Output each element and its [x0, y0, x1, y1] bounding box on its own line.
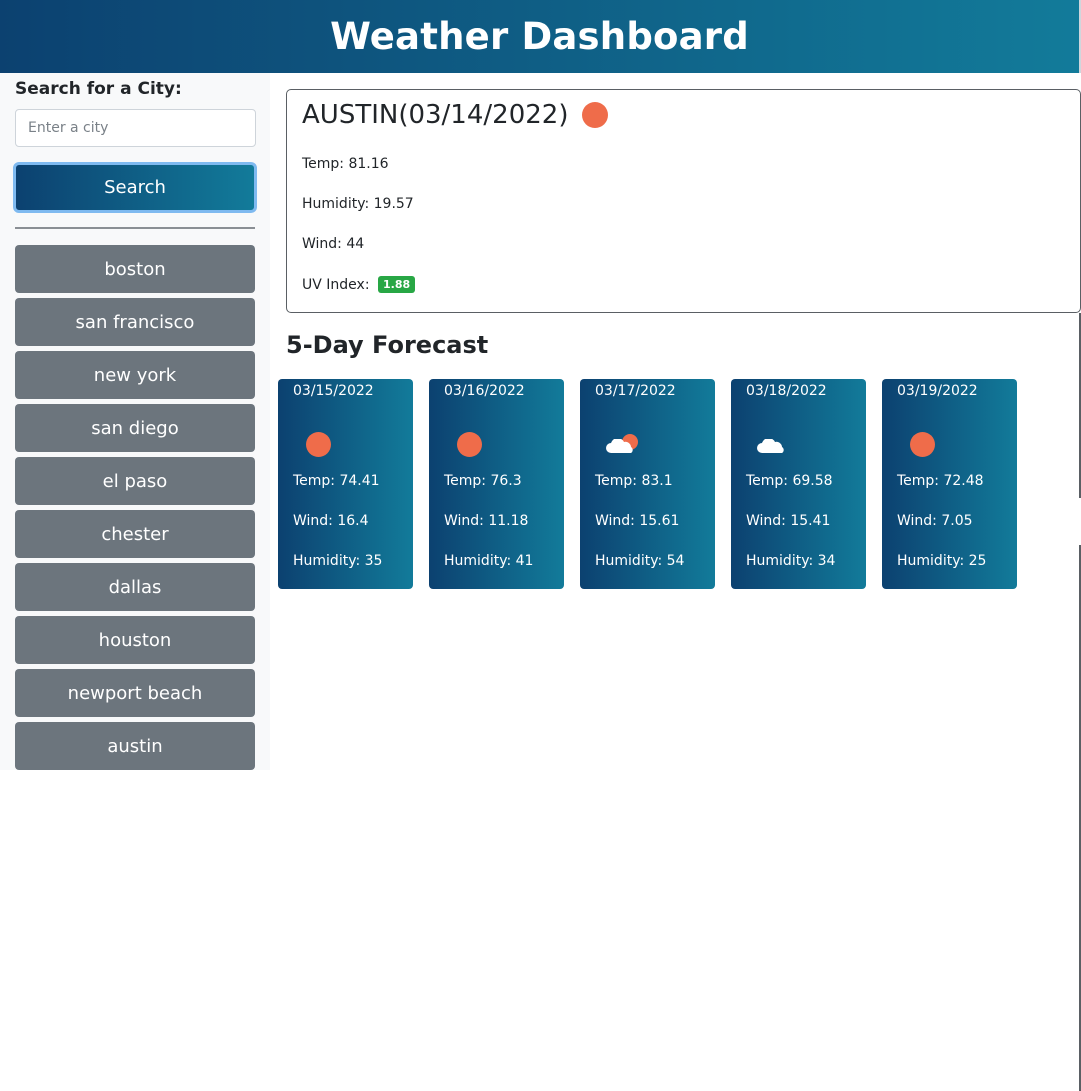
- forecast-card: 03/19/2022 Temp: 72.48 Wind: 7.05 Humidi…: [882, 379, 1017, 589]
- current-wind: Wind: 44: [302, 236, 365, 252]
- forecast-card: 03/16/2022 Temp: 76.3 Wind: 11.18 Humidi…: [429, 379, 564, 589]
- cloud-icon: [757, 431, 791, 457]
- history-item-button[interactable]: newport beach: [15, 669, 255, 717]
- forecast-humidity: Humidity: 35: [293, 553, 383, 569]
- forecast-wind: Wind: 7.05: [897, 513, 973, 529]
- forecast-temp: Temp: 76.3: [444, 473, 522, 489]
- history-item-button[interactable]: houston: [15, 616, 255, 664]
- current-temp: Temp: 81.16: [302, 156, 389, 172]
- partly-cloudy-icon: [606, 431, 640, 457]
- history-item-button[interactable]: chester: [15, 510, 255, 558]
- uv-index-badge: 1.88: [378, 276, 416, 293]
- current-humidity: Humidity: 19.57: [302, 196, 414, 212]
- app-header: Weather Dashboard: [0, 0, 1081, 73]
- sidebar-divider: [15, 227, 255, 229]
- forecast-wind: Wind: 11.18: [444, 513, 529, 529]
- current-city-date: AUSTIN(03/14/2022): [302, 100, 569, 130]
- sun-icon: [455, 431, 489, 457]
- sidebar: Search for a City: Search boston san fra…: [0, 73, 270, 770]
- forecast-wind: Wind: 15.61: [595, 513, 680, 529]
- history-item-button[interactable]: boston: [15, 245, 255, 293]
- history-item-button[interactable]: san diego: [15, 404, 255, 452]
- search-history-list: boston san francisco new york san diego …: [15, 245, 255, 775]
- forecast-humidity: Humidity: 34: [746, 553, 836, 569]
- forecast-temp: Temp: 83.1: [595, 473, 673, 489]
- forecast-date: 03/18/2022: [746, 383, 827, 399]
- page-title: Weather Dashboard: [330, 15, 749, 58]
- history-item-button[interactable]: el paso: [15, 457, 255, 505]
- sun-icon: [908, 431, 942, 457]
- forecast-date: 03/17/2022: [595, 383, 676, 399]
- search-button[interactable]: Search: [13, 162, 257, 213]
- forecast-temp: Temp: 69.58: [746, 473, 833, 489]
- forecast-row: 03/15/2022 Temp: 74.41 Wind: 16.4 Humidi…: [278, 379, 1033, 589]
- forecast-humidity: Humidity: 41: [444, 553, 534, 569]
- sun-icon: [304, 431, 338, 457]
- search-label: Search for a City:: [15, 79, 182, 99]
- forecast-humidity: Humidity: 25: [897, 553, 987, 569]
- forecast-date: 03/19/2022: [897, 383, 978, 399]
- city-search-input[interactable]: [15, 109, 256, 147]
- uv-label: UV Index:: [302, 277, 370, 293]
- forecast-card: 03/18/2022 Temp: 69.58 Wind: 15.41 Humid…: [731, 379, 866, 589]
- current-uv: UV Index: 1.88: [302, 276, 416, 293]
- history-item-button[interactable]: austin: [15, 722, 255, 770]
- forecast-humidity: Humidity: 54: [595, 553, 685, 569]
- forecast-date: 03/16/2022: [444, 383, 525, 399]
- forecast-temp: Temp: 72.48: [897, 473, 984, 489]
- current-city-title: AUSTIN(03/14/2022): [302, 100, 609, 130]
- forecast-wind: Wind: 16.4: [293, 513, 369, 529]
- sun-icon: [582, 102, 609, 128]
- forecast-date: 03/15/2022: [293, 383, 374, 399]
- forecast-card: 03/17/2022 Temp: 83.1 Wind: 15.61 Humidi…: [580, 379, 715, 589]
- history-item-button[interactable]: san francisco: [15, 298, 255, 346]
- forecast-temp: Temp: 74.41: [293, 473, 380, 489]
- forecast-card: 03/15/2022 Temp: 74.41 Wind: 16.4 Humidi…: [278, 379, 413, 589]
- current-weather-card: AUSTIN(03/14/2022) Temp: 81.16 Humidity:…: [286, 89, 1081, 313]
- forecast-wind: Wind: 15.41: [746, 513, 831, 529]
- history-item-button[interactable]: dallas: [15, 563, 255, 611]
- forecast-title: 5-Day Forecast: [286, 331, 489, 359]
- history-item-button[interactable]: new york: [15, 351, 255, 399]
